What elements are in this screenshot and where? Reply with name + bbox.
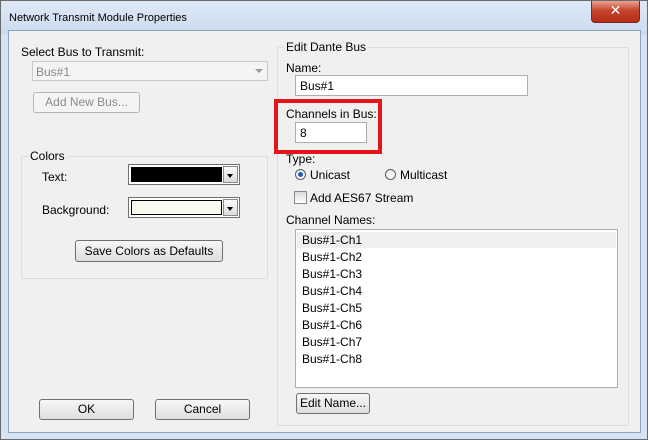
close-button[interactable]: ✕ [591,1,640,23]
cancel-button[interactable]: Cancel [155,399,250,420]
chevron-down-icon [255,69,263,73]
channel-names-label: Channel Names: [286,213,376,227]
highlight-box [274,99,382,154]
list-item[interactable]: Bus#1-Ch7 [302,335,362,349]
close-icon: ✕ [609,3,622,19]
background-color-combo[interactable] [128,197,240,218]
chevron-down-icon[interactable] [223,166,238,183]
channel-names-list[interactable]: Bus#1-Ch1 Bus#1-Ch2 Bus#1-Ch3 Bus#1-Ch4 … [295,229,618,388]
edit-name-button[interactable]: Edit Name... [296,393,370,414]
list-item[interactable]: Bus#1-Ch6 [302,318,362,332]
background-color-label: Background: [42,203,110,217]
list-item[interactable]: Bus#1-Ch8 [302,352,362,366]
text-color-swatch [131,167,222,182]
colors-group-title: Colors [28,149,67,163]
save-colors-defaults-button[interactable]: Save Colors as Defaults [75,240,223,262]
text-color-label: Text: [42,170,68,184]
list-item[interactable]: Bus#1-Ch2 [302,250,362,264]
bus-name-field[interactable]: Bus#1 [295,75,528,96]
background-color-swatch [131,200,222,215]
list-item[interactable]: Bus#1-Ch4 [302,284,362,298]
name-label: Name: [286,61,322,75]
multicast-label[interactable]: Multicast [400,168,447,182]
unicast-label[interactable]: Unicast [310,168,350,182]
list-item[interactable]: Bus#1-Ch1 [302,233,362,247]
chevron-down-icon[interactable] [223,199,238,216]
aes67-checkbox[interactable] [294,191,307,204]
dialog-window: Network Transmit Module Properties ✕ Sel… [0,0,648,440]
window-title: Network Transmit Module Properties [9,12,187,24]
multicast-radio[interactable] [385,169,396,180]
aes67-label[interactable]: Add AES67 Stream [310,191,413,205]
ok-button[interactable]: OK [39,399,134,420]
type-label: Type: [286,152,316,166]
add-new-bus-button[interactable]: Add New Bus... [33,92,140,113]
list-item[interactable]: Bus#1-Ch5 [302,301,362,315]
select-bus-label: Select Bus to Transmit: [21,45,145,59]
bus-select-value: Bus#1 [36,65,71,79]
edit-dante-bus-title: Edit Dante Bus [284,40,369,54]
bus-select-combo[interactable]: Bus#1 [32,61,268,81]
list-item[interactable]: Bus#1-Ch3 [302,267,362,281]
radio-selected-dot [298,172,303,177]
text-color-combo[interactable] [128,164,240,185]
unicast-radio[interactable] [295,169,306,180]
dialog-client-area: Select Bus to Transmit: Bus#1 Add New Bu… [8,30,641,433]
